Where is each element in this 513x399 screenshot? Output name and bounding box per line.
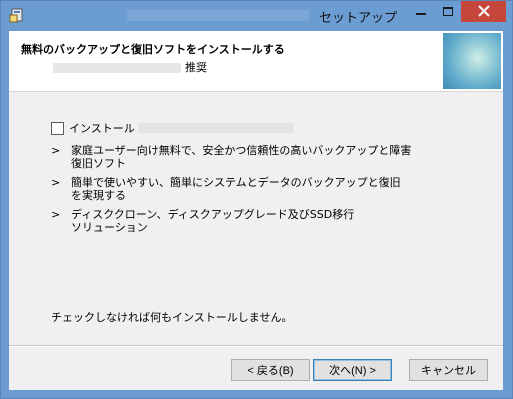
back-button[interactable]: < 戻る(B) <box>231 359 310 381</box>
maximize-button[interactable] <box>434 1 461 22</box>
setup-window: セットアップ 無料のバックアップと復旧ソフトをインストールする 推奨 インストー… <box>0 0 513 399</box>
close-icon <box>477 5 490 17</box>
header-logo <box>443 33 501 89</box>
maximize-icon <box>442 7 453 16</box>
title-bar[interactable]: セットアップ <box>1 1 512 30</box>
feature-text: 家庭ユーザー向け無料で、安全かつ信頼性の高いバックアップと障害 復旧ソフト <box>71 144 412 170</box>
feature-list: > 家庭ユーザー向け無料で、安全かつ信頼性の高いバックアップと障害 復旧ソフト … <box>51 144 451 240</box>
dialog-header: 無料のバックアップと復旧ソフトをインストールする 推奨 <box>9 31 503 92</box>
cancel-button[interactable]: キャンセル <box>409 359 488 381</box>
feature-item: > 簡単で使いやすい、簡単にシステムとデータのバックアップと復旧 を実現する <box>51 176 451 202</box>
footer-note: チェックしなければ何もインストールしません。 <box>51 311 293 324</box>
bullet-marker: > <box>51 208 61 221</box>
title-redacted <box>127 10 309 21</box>
minimize-button[interactable] <box>407 1 434 22</box>
bullet-marker: > <box>51 144 61 157</box>
product-name-redacted <box>53 63 181 73</box>
install-option[interactable]: インストール <box>51 121 294 135</box>
setup-app-icon <box>9 8 23 23</box>
header-title: 無料のバックアップと復旧ソフトをインストールする <box>21 43 285 56</box>
feature-text: ディスククローン、ディスクアップグレード及びSSD移行 ソリューション <box>71 208 355 234</box>
install-checkbox[interactable] <box>51 121 64 135</box>
product-name-redacted <box>137 123 294 133</box>
feature-item: > ディスククローン、ディスクアップグレード及びSSD移行 ソリューション <box>51 208 451 234</box>
dialog-body: 無料のバックアップと復旧ソフトをインストールする 推奨 インストール > 家庭ユ… <box>9 31 503 390</box>
minimize-icon <box>415 13 426 15</box>
close-button[interactable] <box>461 1 506 22</box>
feature-text: 簡単で使いやすい、簡単にシステムとデータのバックアップと復旧 を実現する <box>71 176 401 202</box>
divider <box>9 345 503 347</box>
recommended-label: 推奨 <box>185 61 207 74</box>
next-button[interactable]: 次へ(N) > <box>313 359 392 381</box>
window-title: セットアップ <box>319 11 398 26</box>
install-checkbox-label: インストール <box>69 122 135 135</box>
header-subtitle: 推奨 <box>53 59 207 75</box>
feature-item: > 家庭ユーザー向け無料で、安全かつ信頼性の高いバックアップと障害 復旧ソフト <box>51 144 451 170</box>
bullet-marker: > <box>51 176 61 189</box>
